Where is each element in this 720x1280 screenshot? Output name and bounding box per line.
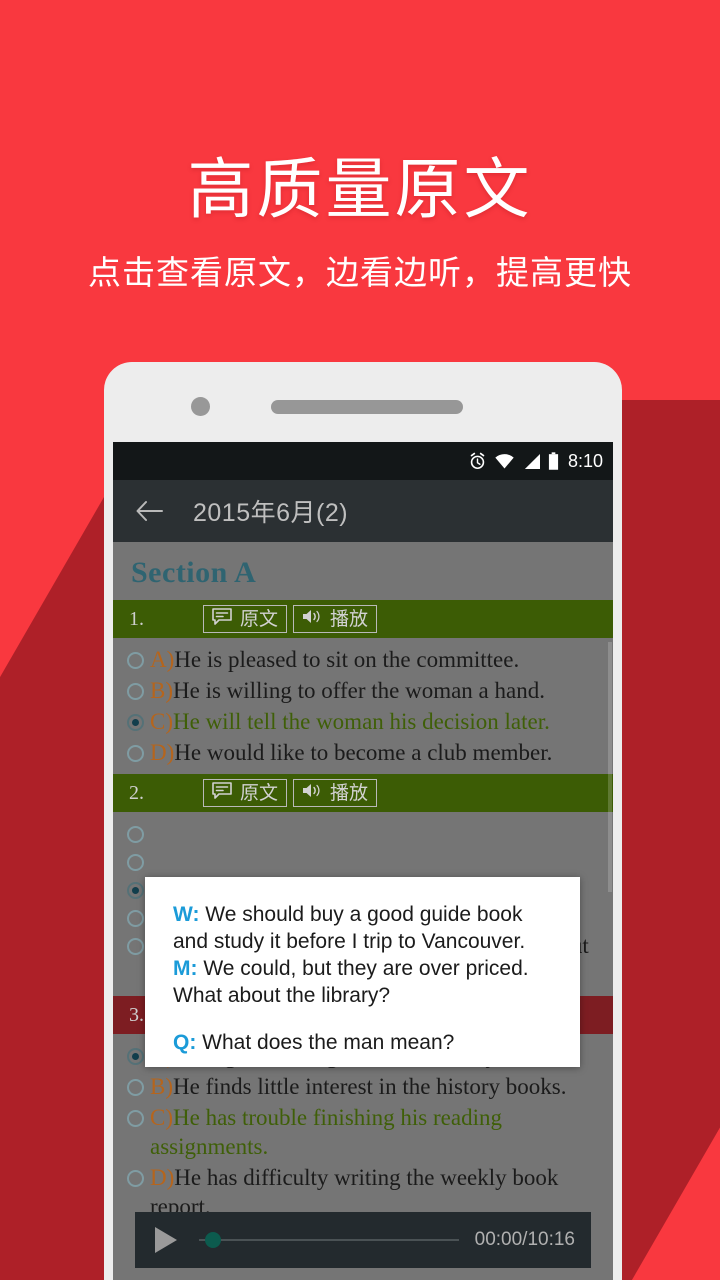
dialog-question: Q: What does the man mean? [173, 1029, 558, 1056]
dialog-spacer [173, 1009, 558, 1029]
question-number: 2. [129, 781, 144, 804]
transcript-button[interactable]: 原文 [203, 779, 288, 807]
option-radio[interactable] [127, 652, 144, 669]
transcript-button-label: 原文 [240, 608, 279, 630]
option-body: He would like to become a club member. [174, 740, 553, 765]
option-radio[interactable] [127, 1110, 144, 1127]
speech-bubble-icon [212, 781, 232, 805]
play-button-label: 播放 [330, 782, 369, 804]
speaker-icon [302, 608, 322, 631]
battery-icon [548, 451, 559, 471]
playback-time: 00:00/10:16 [474, 1229, 575, 1250]
dialog-line: M: We could, but they are over priced. W… [173, 955, 558, 1009]
status-bar: 8:10 [113, 442, 613, 480]
dialog-line-text: We should buy a good guide book and stud… [173, 903, 526, 953]
option-body: He has difficulty writing the weekly boo… [150, 1165, 559, 1219]
option-list: A)He is pleased to sit on the committee.… [113, 638, 613, 774]
option-row[interactable]: B)He finds little interest in the histor… [113, 1071, 613, 1102]
option-letter: D) [150, 1165, 175, 1190]
earpiece-speaker-icon [271, 400, 463, 414]
phone-bezel-top [104, 362, 622, 416]
option-radio[interactable] [127, 1048, 144, 1065]
option-radio[interactable] [127, 1170, 144, 1187]
option-row[interactable] [113, 818, 613, 846]
speaker-label: M: [173, 957, 198, 980]
option-text: B)He finds little interest in the histor… [150, 1072, 567, 1101]
transcript-button-label: 原文 [240, 782, 279, 804]
option-body: He has trouble finishing his reading ass… [150, 1105, 502, 1159]
vertical-scrollbar[interactable] [608, 642, 612, 892]
option-row[interactable]: D)He would like to become a club member. [113, 737, 613, 768]
seek-bar[interactable] [199, 1231, 459, 1249]
option-radio[interactable] [127, 826, 144, 843]
question-speaker-label: Q: [173, 1031, 197, 1054]
play-button[interactable]: 播放 [293, 605, 378, 633]
status-time: 8:10 [567, 451, 603, 471]
speech-bubble-icon [212, 607, 232, 631]
play-icon[interactable] [155, 1227, 177, 1253]
option-letter: C) [150, 709, 173, 734]
option-radio[interactable] [127, 714, 144, 731]
option-body: He is willing to offer the woman a hand. [173, 678, 545, 703]
option-text: B)He is willing to offer the woman a han… [150, 676, 545, 705]
seek-thumb[interactable] [205, 1232, 221, 1248]
option-letter: B) [150, 1074, 173, 1099]
option-text: D)He would like to become a club member. [150, 738, 552, 767]
transcript-dialog[interactable]: W: We should buy a good guide book and s… [145, 877, 580, 1067]
option-row[interactable]: C)He will tell the woman his decision la… [113, 706, 613, 737]
phone-mockup: 8:10 2015年6月(2) Section A 1. 原文 播放 A)He … [104, 362, 622, 1280]
option-radio[interactable] [127, 745, 144, 762]
option-radio[interactable] [127, 854, 144, 871]
dialog-line: W: We should buy a good guide book and s… [173, 901, 558, 955]
back-arrow-icon[interactable] [135, 500, 163, 522]
option-letter: C) [150, 1105, 173, 1130]
dialog-line-text: We could, but they are over priced. What… [173, 957, 529, 1007]
page-subtitle: 点击查看原文，边看边听，提高更快 [88, 254, 632, 291]
option-body: He will tell the woman his decision late… [173, 709, 550, 734]
dialog-question-text: What does the man mean? [196, 1031, 455, 1054]
option-radio[interactable] [127, 910, 144, 927]
option-row[interactable] [113, 846, 613, 874]
question-number: 1. [129, 607, 144, 630]
phone-screen: 8:10 2015年6月(2) Section A 1. 原文 播放 A)He … [113, 442, 613, 1280]
alarm-icon [468, 452, 487, 471]
option-text: A)He is pleased to sit on the committee. [150, 645, 519, 674]
app-bar-title: 2015年6月(2) [193, 499, 349, 527]
option-body: He finds little interest in the history … [173, 1074, 567, 1099]
front-camera-icon [191, 397, 210, 416]
page-title: 高质量原文 [187, 152, 533, 226]
option-row[interactable]: B)He is willing to offer the woman a han… [113, 675, 613, 706]
speaker-icon [302, 782, 322, 805]
audio-player[interactable]: 00:00/10:16 [135, 1212, 591, 1268]
option-radio[interactable] [127, 882, 144, 899]
option-text: C)He will tell the woman his decision la… [150, 707, 550, 736]
seek-track [199, 1239, 459, 1241]
transcript-button[interactable]: 原文 [203, 605, 288, 633]
option-row[interactable]: A)He is pleased to sit on the committee. [113, 644, 613, 675]
play-button-label: 播放 [330, 608, 369, 630]
option-body: He is pleased to sit on the committee. [174, 647, 520, 672]
question-band: 1. 原文 播放 [113, 600, 613, 638]
speaker-label: W: [173, 903, 200, 926]
signal-icon [522, 453, 541, 470]
question-band: 2. 原文 播放 [113, 774, 613, 812]
option-row[interactable]: C)He has trouble finishing his reading a… [113, 1102, 613, 1162]
option-radio[interactable] [127, 938, 144, 955]
app-bar: 2015年6月(2) [113, 480, 613, 542]
option-letter: D) [150, 740, 175, 765]
section-heading: Section A [131, 556, 257, 589]
option-letter: A) [150, 647, 175, 672]
option-radio[interactable] [127, 1079, 144, 1096]
option-radio[interactable] [127, 683, 144, 700]
play-button[interactable]: 播放 [293, 779, 378, 807]
exam-content[interactable]: Section A 1. 原文 播放 A)He is pleased to si… [113, 542, 613, 1280]
wifi-icon [494, 453, 515, 470]
option-text: C)He has trouble finishing his reading a… [150, 1103, 603, 1161]
promo-block: 高质量原文 点击查看原文，边看边听，提高更快 [0, 0, 720, 294]
option-letter: B) [150, 678, 173, 703]
